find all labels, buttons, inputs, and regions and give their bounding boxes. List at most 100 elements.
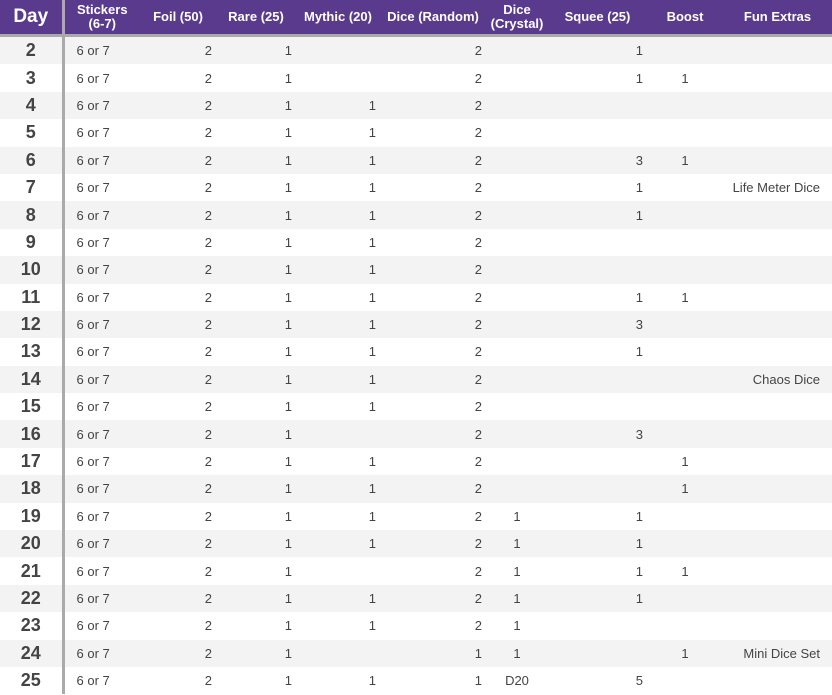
cell-boost bbox=[647, 530, 723, 558]
cell-foil: 2 bbox=[140, 201, 216, 229]
cell-dice-random: 2 bbox=[380, 35, 486, 65]
cell-dice-random: 2 bbox=[474, 234, 482, 250]
cell-foil: 2 bbox=[140, 639, 216, 667]
cell-fun-extras bbox=[723, 612, 832, 639]
cell-boost bbox=[647, 91, 723, 120]
cell-fun-extras bbox=[723, 338, 832, 365]
cell-rare: 1 bbox=[284, 289, 292, 305]
header-crystal-line1: Dice bbox=[503, 2, 531, 17]
header-row: Day Stickers (6-7) Foil (50) Rare (25) My… bbox=[0, 0, 832, 37]
cell-foil: 2 bbox=[204, 180, 212, 196]
header-squee: Squee (25) bbox=[548, 0, 647, 37]
table-row: 5 6 or 7 2 1 1 2 bbox=[0, 119, 832, 147]
cell-mythic: 1 bbox=[368, 508, 376, 524]
advent-schedule-table: Day Stickers (6-7) Foil (50) Rare (25) My… bbox=[0, 0, 832, 695]
cell-day: 20 bbox=[0, 530, 65, 558]
cell-dice-random: 2 bbox=[380, 201, 486, 229]
cell-squee bbox=[548, 639, 647, 667]
cell-rare: 1 bbox=[216, 91, 296, 120]
cell-mythic: 1 bbox=[296, 530, 380, 558]
cell-stickers: 6 or 7 bbox=[76, 180, 110, 196]
cell-fun-extras bbox=[723, 310, 832, 339]
cell-squee: 1 bbox=[548, 530, 647, 558]
cell-rare: 1 bbox=[216, 310, 296, 339]
header-foil: Foil (50) bbox=[140, 0, 216, 37]
cell-dice-random: 2 bbox=[380, 420, 486, 448]
cell-day: 14 bbox=[0, 365, 65, 394]
cell-day: 7 bbox=[0, 173, 65, 202]
cell-mythic: 1 bbox=[368, 234, 376, 250]
cell-dice-crystal: D20 bbox=[505, 673, 529, 689]
cell-dice-crystal bbox=[486, 174, 548, 201]
cell-day: 4 bbox=[0, 91, 65, 120]
table-row: 9 6 or 7 2 1 1 2 bbox=[0, 228, 832, 257]
cell-mythic: 1 bbox=[296, 201, 380, 229]
cell-rare: 1 bbox=[216, 256, 296, 284]
cell-mythic: 1 bbox=[368, 344, 376, 360]
cell-dice-random: 2 bbox=[380, 365, 486, 394]
cell-squee: 5 bbox=[635, 673, 643, 689]
cell-dice-crystal bbox=[486, 338, 548, 365]
cell-dice-random: 2 bbox=[474, 399, 482, 415]
table-row: 13 6 or 7 2 1 1 2 1 bbox=[0, 338, 832, 366]
cell-boost bbox=[647, 503, 723, 530]
table-row: 23 6 or 7 2 1 1 2 1 bbox=[0, 612, 832, 640]
cell-stickers: 6 or 7 bbox=[63, 365, 140, 394]
cell-fun-extras bbox=[723, 503, 832, 530]
cell-fun-extras bbox=[723, 393, 832, 420]
cell-rare: 1 bbox=[216, 420, 296, 448]
cell-stickers: 6 or 7 bbox=[63, 420, 140, 448]
cell-stickers: 6 or 7 bbox=[76, 399, 110, 415]
cell-foil: 2 bbox=[140, 146, 216, 174]
cell-boost bbox=[647, 119, 723, 146]
cell-dice-crystal: 1 bbox=[486, 639, 548, 667]
cell-stickers: 6 or 7 bbox=[76, 70, 110, 86]
cell-squee: 1 bbox=[548, 35, 647, 65]
cell-squee: 1 bbox=[635, 289, 643, 305]
cell-mythic bbox=[296, 35, 380, 65]
cell-stickers: 6 or 7 bbox=[76, 344, 110, 360]
cell-stickers: 6 or 7 bbox=[76, 673, 110, 689]
cell-fun-extras: Life Meter Dice bbox=[732, 180, 820, 196]
cell-mythic: 1 bbox=[296, 475, 380, 503]
cell-rare: 1 bbox=[216, 639, 296, 667]
cell-boost bbox=[647, 35, 723, 65]
cell-boost: 1 bbox=[647, 475, 723, 503]
cell-dice-crystal bbox=[486, 448, 548, 475]
cell-dice-crystal bbox=[486, 201, 548, 229]
cell-squee: 1 bbox=[548, 201, 647, 229]
cell-stickers: 6 or 7 bbox=[63, 91, 140, 120]
cell-squee: 1 bbox=[548, 584, 647, 613]
cell-dice-random: 2 bbox=[380, 256, 486, 284]
header-stickers-line1: Stickers bbox=[76, 2, 128, 17]
cell-squee bbox=[548, 365, 647, 394]
cell-foil: 2 bbox=[204, 508, 212, 524]
table-row: 25 6 or 7 2 1 1 1 D20 5 bbox=[0, 666, 832, 695]
cell-dice-random: 2 bbox=[380, 475, 486, 503]
header-fun-extras: Fun Extras bbox=[723, 0, 832, 37]
cell-squee: 1 bbox=[635, 344, 643, 360]
cell-squee: 1 bbox=[635, 508, 643, 524]
cell-rare: 1 bbox=[284, 508, 292, 524]
cell-boost bbox=[647, 420, 723, 448]
cell-stickers: 6 or 7 bbox=[63, 639, 140, 667]
cell-fun-extras bbox=[723, 146, 832, 174]
cell-fun-extras bbox=[723, 284, 832, 311]
cell-stickers: 6 or 7 bbox=[63, 256, 140, 284]
cell-dice-random: 2 bbox=[474, 618, 482, 634]
cell-foil: 2 bbox=[140, 91, 216, 120]
cell-day: 16 bbox=[0, 420, 65, 448]
cell-boost: 1 bbox=[647, 639, 723, 667]
cell-rare: 1 bbox=[284, 399, 292, 415]
table-row: 11 6 or 7211211 bbox=[0, 283, 832, 311]
cell-dice-crystal bbox=[486, 229, 548, 256]
cell-day: 15 bbox=[0, 393, 65, 421]
cell-fun-extras bbox=[723, 667, 832, 694]
cell-rare: 1 bbox=[284, 70, 292, 86]
cell-stickers: 6 or 7 bbox=[63, 584, 140, 613]
cell-rare: 1 bbox=[284, 125, 292, 141]
cell-boost bbox=[647, 612, 723, 639]
cell-squee: 3 bbox=[548, 420, 647, 448]
cell-boost bbox=[647, 174, 723, 201]
header-stickers: Stickers (6-7) bbox=[63, 0, 140, 37]
